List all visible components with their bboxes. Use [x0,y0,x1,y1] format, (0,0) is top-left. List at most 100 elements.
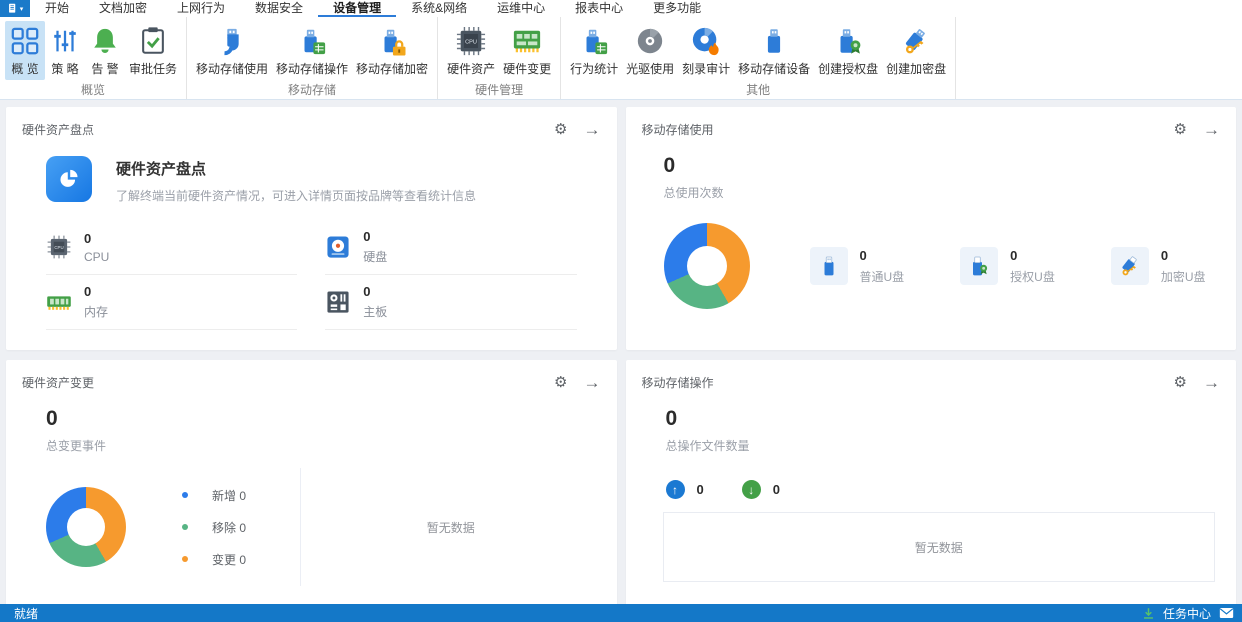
card-title: 移动存储操作 [641,375,714,390]
app-menu-button[interactable]: ▾ [0,0,30,17]
gear-icon[interactable]: ⚙ [1174,373,1187,391]
card-hardware-inventory: 硬件资产盘点 ⚙ → 硬件资产盘点 了解终端当前硬件资产情况，可进入详情页面按品… [6,107,617,350]
arrow-right-icon[interactable]: → [1203,121,1220,138]
changes-total-value: 0 [46,407,58,430]
envelope-icon[interactable] [1219,607,1234,619]
device-management-window: ▾ 开始 文档加密 上网行为 数据安全 设备管理 系统&网络 运维中心 报表中心… [0,0,1242,622]
download-counter: ↓ 0 [741,480,780,499]
ribbon-group-label: 其他 [746,83,771,97]
policy-button[interactable]: 策 略 [45,21,85,80]
overview-grid-icon [9,25,41,57]
legend-item-added[interactable]: 新增 0 [182,487,292,504]
upload-counter: ↑ 0 [665,480,704,499]
tab-start[interactable]: 开始 [30,0,84,17]
usb-key-icon [1110,247,1149,285]
operations-total-label: 总操作文件数量 [665,439,750,453]
dashboard: 硬件资产盘点 ⚙ → 硬件资产盘点 了解终端当前硬件资产情况，可进入详情页面按品… [0,100,1242,604]
tab-data-security[interactable]: 数据安全 [240,0,318,17]
alert-button[interactable]: 告 警 [85,21,125,80]
tab-ops-center[interactable]: 运维中心 [482,0,560,17]
legend-dot [182,524,188,530]
ribbon-group-label: 移动存储 [288,83,337,97]
download-arrow-icon: ↓ [741,480,761,499]
operations-empty-text: 暂无数据 [914,540,963,555]
create-encrypted-disk-button[interactable]: 创建加密盘 [882,21,950,80]
storage-usage-button[interactable]: 移动存储使用 [192,21,272,80]
clipboard-check-icon [137,25,169,57]
gear-icon[interactable]: ⚙ [1174,120,1187,138]
ribbon-group-hardware: CPU 硬件资产 硬件变更 硬件管理 [438,17,562,99]
overview-button[interactable]: 概 览 [5,21,45,80]
changes-legend: 新增 0 移除 0 变更 0 [182,487,292,568]
legend-dot [182,492,188,498]
arrow-right-icon[interactable]: → [1203,374,1220,391]
tab-web-behavior[interactable]: 上网行为 [162,0,240,17]
disc-burn-icon [690,25,722,57]
inventory-description: 了解终端当前硬件资产情况，可进入详情页面按品牌等查看统计信息 [116,189,477,203]
card-title: 硬件资产变更 [22,375,95,390]
usage-total-value: 0 [663,154,676,177]
gear-icon[interactable]: ⚙ [554,373,567,391]
legend-item-changed[interactable]: 变更 0 [182,551,292,568]
status-ready-text: 就绪 [14,606,39,621]
usb-drive-icon [809,247,848,285]
stat-ram: 0 内存 [46,275,298,330]
stat-disk: 0 硬盘 [325,220,577,275]
burn-audit-button[interactable]: 刻录审计 [678,21,734,80]
motherboard-icon [327,291,349,313]
bell-icon [89,25,121,57]
gear-icon[interactable]: ⚙ [554,120,567,138]
tab-system-network[interactable]: 系统&网络 [396,0,482,17]
ribbon-group-label: 硬件管理 [475,83,524,97]
tile-normal-usb: 0 普通U盘 [809,247,904,285]
usage-total-label: 总使用次数 [663,186,724,200]
upload-arrow-icon: ↑ [665,480,685,499]
usb-table-icon [296,25,328,57]
operations-total-value: 0 [665,407,678,430]
hard-disk-icon [327,236,349,258]
card-hardware-changes: 硬件资产变更 ⚙ → 0 总变更事件 新增 0 移除 0 变更 0 暂无数据 [6,360,617,604]
changes-total-label: 总变更事件 [46,439,107,453]
storage-devices-button[interactable]: 移动存储设备 [734,21,814,80]
ribbon-group-removable-storage: 移动存储使用 移动存储操作 移动存储加密 移动存储 [187,17,439,99]
usb-plug-icon [216,25,248,57]
circuit-board-icon [511,25,543,57]
hardware-changes-button[interactable]: 硬件变更 [499,21,555,80]
ribbon-tab-bar: ▾ 开始 文档加密 上网行为 数据安全 设备管理 系统&网络 运维中心 报表中心… [0,0,1242,17]
task-center-link[interactable]: 任务中心 [1163,605,1211,622]
tab-report-center[interactable]: 报表中心 [560,0,638,17]
card-title: 移动存储使用 [641,122,714,137]
ribbon-group-overview: 概 览 策 略 告 警 审批任务 概览 [0,17,188,99]
changes-empty-text: 暂无数据 [426,520,475,535]
approval-tasks-button[interactable]: 审批任务 [125,21,181,80]
ram-icon [47,296,71,310]
inventory-title: 硬件资产盘点 [116,161,207,178]
tab-more-features[interactable]: 更多功能 [638,0,716,17]
disc-icon [634,25,666,57]
card-storage-operations: 移动存储操作 ⚙ → 0 总操作文件数量 ↑ 0 ↓ 0 暂无数据 [625,360,1236,604]
ribbon-toolbar: 概 览 策 略 告 警 审批任务 概览 移动存储使用 移动存储操作 移动存储加密… [0,17,1242,100]
arrow-right-icon[interactable]: → [584,374,601,391]
download-icon[interactable] [1142,607,1155,620]
tab-device-management[interactable]: 设备管理 [318,0,397,17]
storage-encryption-button[interactable]: 移动存储加密 [352,21,432,80]
operations-empty-box: 暂无数据 [662,512,1215,582]
stat-motherboard: 0 主板 [325,275,577,330]
tile-encrypted-usb: 0 加密U盘 [1110,247,1206,285]
arrow-right-icon[interactable]: → [584,121,601,138]
create-authorized-disk-button[interactable]: 创建授权盘 [814,21,882,80]
tile-authorized-usb: 0 授权U盘 [960,247,1055,285]
usb-lock-icon [376,25,408,57]
usb-stats-icon [578,25,610,57]
storage-operations-button[interactable]: 移动存储操作 [272,21,352,80]
status-bar: 就绪 任务中心 [0,604,1242,622]
caret-down-icon: ▾ [19,5,24,13]
tab-doc-encryption[interactable]: 文档加密 [84,0,162,17]
hardware-assets-button[interactable]: CPU 硬件资产 [443,21,499,80]
usage-donut-chart [663,223,750,309]
optical-drive-button[interactable]: 光驱使用 [622,21,678,80]
behavior-stats-button[interactable]: 行为统计 [566,21,622,80]
card-storage-usage: 移动存储使用 ⚙ → 0 总使用次数 0 普通U盘 0 授权U盘 0 加密U盘 [625,107,1236,350]
usb-drive-icon [758,25,790,57]
legend-item-removed[interactable]: 移除 0 [182,519,292,536]
